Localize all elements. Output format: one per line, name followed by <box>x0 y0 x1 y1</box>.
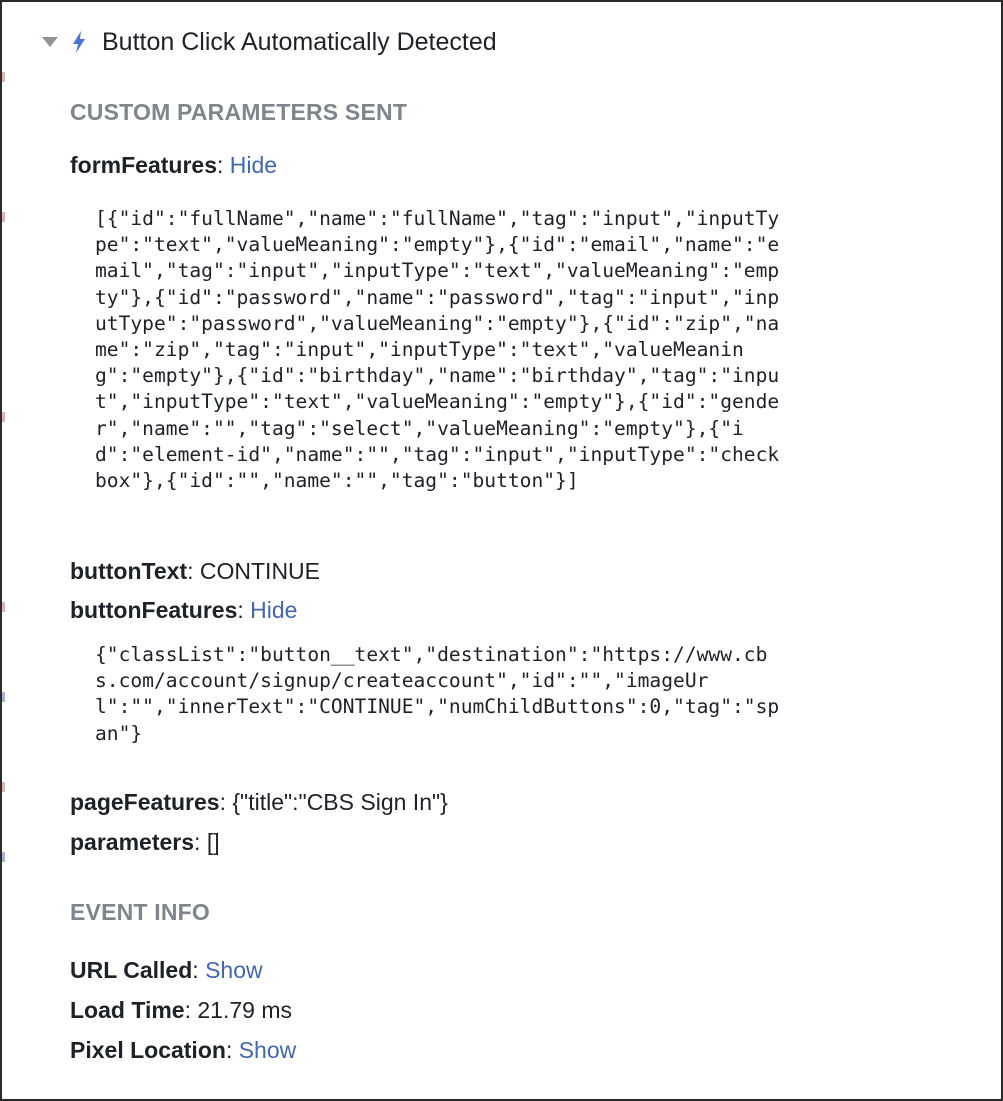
form-features-hide-link[interactable]: Hide <box>230 152 277 178</box>
pixel-location-row: Pixel Location: Show <box>70 1037 297 1063</box>
custom-parameters-heading: CUSTOM PARAMETERS SENT <box>70 99 408 125</box>
edge-marker <box>2 412 5 422</box>
code-line: l":"","innerText":"CONTINUE","numChildBu… <box>95 695 780 719</box>
button-text-value: CONTINUE <box>199 558 321 584</box>
pixel-location-key: Pixel Location <box>70 1037 226 1063</box>
code-line: {"classList":"button__text","destination… <box>95 643 768 666</box>
bolt-icon <box>73 31 85 53</box>
code-line: utType":"password","valueMeaning":"empty… <box>95 311 780 335</box>
url-called-show-link[interactable]: Show <box>205 957 263 983</box>
code-line: ty"},{"id":"password","name":"password",… <box>95 285 780 309</box>
edge-marker <box>2 852 5 862</box>
page-features-row: pageFeatures: {"title":"CBS Sign In"} <box>70 789 448 815</box>
event-header-toggle[interactable]: Button Click Automatically Detected <box>42 24 497 60</box>
code-line: s.com/account/signup/createaccount","id"… <box>95 669 709 693</box>
event-panel: Button Click Automatically Detected CUST… <box>0 0 1003 1101</box>
button-features-value: {"classList":"button__text","destination… <box>95 642 779 747</box>
code-line: t","inputType":"text","valueMeaning":"em… <box>95 390 780 414</box>
edge-marker <box>2 212 5 222</box>
code-line: me":"zip","tag":"input","inputType":"tex… <box>95 338 744 362</box>
chevron-down-icon <box>42 37 58 47</box>
code-line: g":"empty"},{"id":"birthday","name":"bir… <box>95 364 780 388</box>
edge-marker <box>2 692 5 702</box>
code-line: an"} <box>95 721 143 745</box>
url-called-row: URL Called: Show <box>70 957 263 983</box>
code-line: [{"id":"fullName","name":"fullName","tag… <box>95 207 780 230</box>
event-info-heading: EVENT INFO <box>70 899 211 925</box>
page-features-value: {"title":"CBS Sign In"} <box>232 789 448 815</box>
button-features-row: buttonFeatures: Hide <box>70 597 298 623</box>
edge-marker <box>2 72 5 82</box>
parameters-value: [] <box>206 829 220 855</box>
url-called-key: URL Called <box>70 957 193 983</box>
code-line: r","name":"","tag":"select","valueMeanin… <box>95 416 744 440</box>
event-title: Button Click Automatically Detected <box>102 27 497 56</box>
form-features-key: formFeatures <box>70 152 217 178</box>
form-features-value: [{"id":"fullName","name":"fullName","tag… <box>95 206 779 494</box>
edge-marker <box>2 602 5 612</box>
parameters-row: parameters: [] <box>70 829 220 855</box>
code-line: d":"element-id","name":"","tag":"input",… <box>95 442 780 466</box>
page-features-key: pageFeatures <box>70 789 220 815</box>
pixel-location-show-link[interactable]: Show <box>239 1037 297 1063</box>
button-text-key: buttonText <box>70 558 188 584</box>
load-time-row: Load Time: 21.79 ms <box>70 997 292 1023</box>
load-time-key: Load Time <box>70 997 185 1023</box>
button-features-key: buttonFeatures <box>70 597 238 623</box>
button-text-row: buttonText: CONTINUE <box>70 558 321 584</box>
form-features-row: formFeatures: Hide <box>70 152 278 178</box>
load-time-value: 21.79 ms <box>197 997 292 1023</box>
code-line: box"},{"id":"","name":"","tag":"button"}… <box>95 469 579 493</box>
button-features-hide-link[interactable]: Hide <box>250 597 297 623</box>
code-line: pe":"text","valueMeaning":"empty"},{"id"… <box>95 233 780 257</box>
edge-marker <box>2 782 5 792</box>
code-line: mail","tag":"input","inputType":"text","… <box>95 259 780 283</box>
parameters-key: parameters <box>70 829 195 855</box>
